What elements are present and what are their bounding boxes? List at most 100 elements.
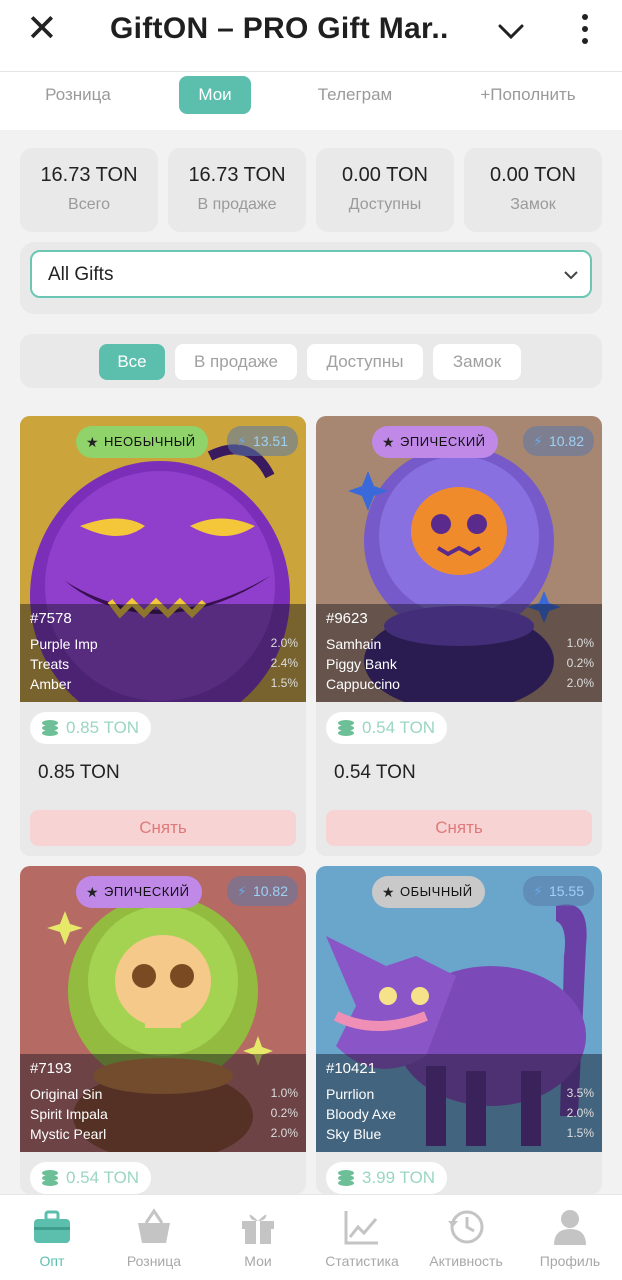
- stat-value: 0.00 TON: [342, 164, 428, 186]
- rarity-badge: ★ ЭПИЧЕСКИЙ: [372, 426, 498, 458]
- rarity-label: ЭПИЧЕСКИЙ: [104, 884, 190, 899]
- attribute-name: Cappuccino: [326, 676, 400, 692]
- nav-statistics[interactable]: Статистика: [310, 1195, 414, 1280]
- tab-mine[interactable]: Мои: [179, 76, 251, 114]
- gift-image: ★ НЕОБЫЧНЫЙ ⚡ 13.51 #7578 Purple Imp 2.0% T…: [20, 416, 306, 702]
- price-badge-value: 0.54 TON: [66, 1168, 140, 1187]
- nav-retail[interactable]: Розница: [102, 1195, 206, 1280]
- attribute-row: Purple Imp 2.0%: [30, 636, 298, 656]
- gift-attributes: #7578 Purple Imp 2.0% Treats 2.4% Amber 1.5…: [20, 604, 306, 702]
- attribute-rarity: 2.0%: [566, 1106, 594, 1120]
- chevron-down-icon: [564, 271, 578, 280]
- tab-retail[interactable]: Розница: [22, 76, 134, 114]
- attribute-row: Samhain 1.0%: [326, 636, 594, 656]
- score-badge: ⚡ 13.51: [226, 426, 298, 456]
- gift-type-select[interactable]: All Gifts: [30, 250, 592, 298]
- star-icon: ★: [86, 434, 100, 450]
- withdraw-button[interactable]: Снять: [326, 810, 592, 846]
- gift-number: #7193: [30, 1060, 72, 1077]
- tab-bar: Розница Мои Телеграм +Пополнить: [0, 72, 622, 130]
- stat-label: В продаже: [197, 196, 277, 213]
- stat-total: 16.73 TON Всего: [20, 148, 158, 232]
- gift-image: ★ ОБЫЧНЫЙ ⚡ 15.55 #10421 Purrlion 3.5% Bloo…: [316, 866, 602, 1152]
- attribute-row: Piggy Bank 0.2%: [326, 656, 594, 676]
- score-value: 15.55: [548, 883, 584, 899]
- attribute-rarity: 2.0%: [270, 1126, 298, 1140]
- close-icon[interactable]: ✕: [26, 10, 58, 48]
- stat-value: 16.73 TON: [188, 164, 286, 186]
- tab-telegram[interactable]: Телеграм: [300, 76, 410, 114]
- rarity-label: ОБЫЧНЫЙ: [400, 884, 473, 899]
- gift-icon: [242, 1214, 274, 1244]
- nav-mine[interactable]: Мои: [206, 1195, 310, 1280]
- coins-icon: [338, 1170, 354, 1186]
- gift-card[interactable]: ★ ЭПИЧЕСКИЙ ⚡ 10.82 #7193 Original Sin 1.0%…: [20, 866, 306, 1194]
- gift-attributes: #9623 Samhain 1.0% Piggy Bank 0.2% Cappucc…: [316, 604, 602, 702]
- rarity-label: ЭПИЧЕСКИЙ: [400, 434, 486, 449]
- score-value: 13.51: [252, 433, 288, 449]
- gift-card[interactable]: ★ ОБЫЧНЫЙ ⚡ 15.55 #10421 Purrlion 3.5% Bloo…: [316, 866, 602, 1194]
- page-title: GiftON – PRO Gift Mar...: [110, 12, 450, 45]
- stat-locked: 0.00 TON Замок: [464, 148, 602, 232]
- stat-label: Замок: [510, 196, 556, 213]
- score-value: 10.82: [548, 433, 584, 449]
- nav-label: Опт: [39, 1253, 65, 1269]
- stat-available: 0.00 TON Доступны: [316, 148, 454, 232]
- coins-icon: [338, 720, 354, 736]
- gift-image: ★ ЭПИЧЕСКИЙ ⚡ 10.82 #7193 Original Sin 1.0%…: [20, 866, 306, 1152]
- rarity-badge: ★ ОБЫЧНЫЙ: [372, 876, 485, 908]
- attribute-name: Treats: [30, 656, 70, 672]
- more-menu-icon[interactable]: [576, 12, 594, 46]
- price-badge-value: 3.99 TON: [362, 1168, 436, 1187]
- gift-card[interactable]: ★ НЕОБЫЧНЫЙ ⚡ 13.51 #7578 Purple Imp 2.0% T…: [20, 416, 306, 856]
- attribute-row: Cappuccino 2.0%: [326, 676, 594, 696]
- tab-topup[interactable]: +Пополнить: [468, 76, 588, 114]
- attribute-rarity: 1.0%: [270, 1086, 298, 1100]
- status-filters: Все В продаже Доступны Замок: [20, 334, 602, 388]
- withdraw-button[interactable]: Снять: [30, 810, 296, 846]
- attribute-row: Sky Blue 1.5%: [326, 1126, 594, 1146]
- filter-on-sale[interactable]: В продаже: [175, 344, 297, 380]
- user-icon: [554, 1210, 586, 1245]
- gift-price: 0.85 TON: [38, 762, 120, 783]
- chevron-down-icon[interactable]: [494, 14, 528, 48]
- gift-number: #9623: [326, 610, 368, 627]
- attribute-name: Original Sin: [30, 1086, 103, 1102]
- gift-attributes: #7193 Original Sin 1.0% Spirit Impala 0.2%…: [20, 1054, 306, 1152]
- nav-wholesale[interactable]: Опт: [0, 1195, 104, 1280]
- history-icon: [448, 1210, 484, 1244]
- coins-icon: [42, 1170, 58, 1186]
- attribute-rarity: 2.0%: [566, 676, 594, 690]
- price-badge-value: 0.54 TON: [362, 718, 436, 737]
- nav-profile[interactable]: Профиль: [518, 1195, 622, 1280]
- attribute-row: Original Sin 1.0%: [30, 1086, 298, 1106]
- filter-all[interactable]: Все: [99, 344, 165, 380]
- attribute-row: Spirit Impala 0.2%: [30, 1106, 298, 1126]
- lightning-icon: ⚡: [532, 883, 543, 899]
- lightning-icon: ⚡: [532, 433, 543, 449]
- star-icon: ★: [86, 884, 100, 900]
- nav-label: Розница: [126, 1253, 182, 1269]
- attribute-name: Samhain: [326, 636, 382, 652]
- price-badge: 0.85 TON: [30, 712, 152, 744]
- briefcase-icon: [34, 1210, 70, 1243]
- chart-icon: [344, 1211, 378, 1245]
- stat-value: 0.00 TON: [490, 164, 576, 186]
- attribute-rarity: 0.2%: [566, 656, 594, 670]
- rarity-label: НЕОБЫЧНЫЙ: [104, 434, 196, 449]
- filter-locked[interactable]: Замок: [433, 344, 521, 380]
- gift-card[interactable]: ★ ЭПИЧЕСКИЙ ⚡ 10.82 #9623 Samhain 1.0% Pigg…: [316, 416, 602, 856]
- attribute-name: Purple Imp: [30, 636, 98, 652]
- attribute-name: Bloody Axe: [326, 1106, 397, 1122]
- attribute-row: Mystic Pearl 2.0%: [30, 1126, 298, 1146]
- attribute-rarity: 1.5%: [566, 1126, 594, 1140]
- attribute-rarity: 0.2%: [270, 1106, 298, 1120]
- gift-attributes: #10421 Purrlion 3.5% Bloody Axe 2.0% Sky B…: [316, 1054, 602, 1152]
- attribute-row: Amber 1.5%: [30, 676, 298, 696]
- filter-available[interactable]: Доступны: [307, 344, 423, 380]
- star-icon: ★: [382, 884, 396, 900]
- nav-activity[interactable]: Активность: [414, 1195, 518, 1280]
- score-badge: ⚡ 15.55: [522, 876, 594, 906]
- gift-number: #10421: [326, 1060, 377, 1077]
- nav-label: Активность: [429, 1253, 503, 1269]
